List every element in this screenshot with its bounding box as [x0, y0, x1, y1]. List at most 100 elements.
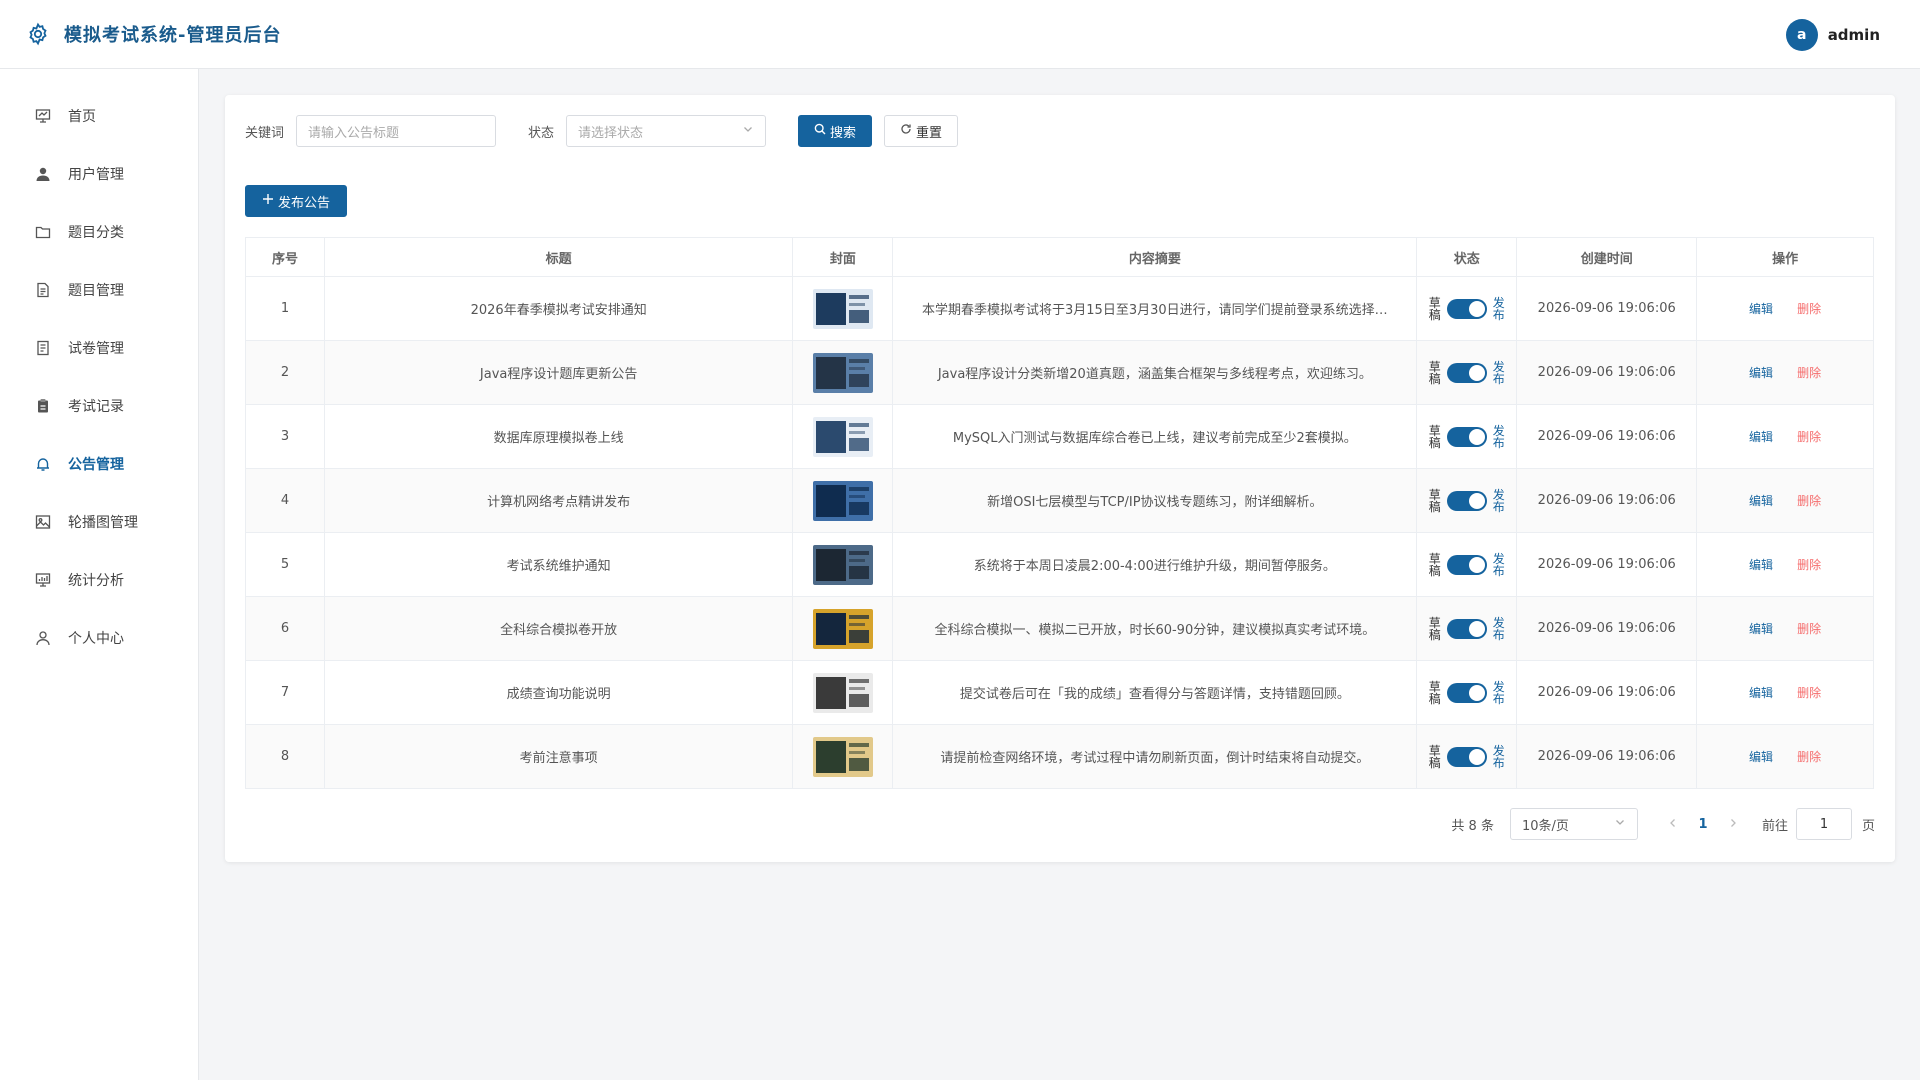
- row-summary: 全科综合模拟一、模拟二已开放，时长60-90分钟，建议模拟真实考试环境。: [892, 596, 1418, 661]
- edit-button[interactable]: 编辑: [1749, 494, 1773, 508]
- next-page-button[interactable]: [1718, 817, 1748, 832]
- status-publish-label: 发布: [1492, 295, 1505, 322]
- delete-button[interactable]: 删除: [1797, 302, 1821, 316]
- row-title: 数据库原理模拟卷上线: [324, 404, 794, 469]
- edit-button[interactable]: 编辑: [1749, 366, 1773, 380]
- app-title: 模拟考试系统-管理员后台: [64, 25, 282, 46]
- page-number-current[interactable]: 1: [1688, 817, 1718, 832]
- delete-button[interactable]: 删除: [1797, 558, 1821, 572]
- sidebar-item-label: 题目管理: [68, 283, 124, 299]
- sidebar-item-announcements[interactable]: 公告管理: [0, 435, 198, 493]
- delete-button[interactable]: 删除: [1797, 430, 1821, 444]
- status-label: 状态: [528, 125, 555, 141]
- publish-toggle[interactable]: [1446, 746, 1487, 767]
- column-header-summary: 内容摘要: [892, 237, 1418, 277]
- row-summary: 系统将于本周日凌晨2:00-4:00进行维护升级，期间暂停服务。: [892, 532, 1418, 597]
- row-number: 7: [245, 660, 325, 725]
- status-draft-label: 草稿: [1428, 551, 1441, 578]
- cover-thumbnail[interactable]: [812, 736, 873, 777]
- delete-button[interactable]: 删除: [1797, 750, 1821, 764]
- reset-button[interactable]: 重置: [884, 115, 959, 147]
- row-status: 草稿 发布: [1416, 340, 1518, 405]
- sidebar-item-label: 个人中心: [68, 631, 124, 647]
- goto-page-input[interactable]: 1: [1795, 808, 1852, 840]
- publish-toggle[interactable]: [1446, 362, 1487, 383]
- delete-button[interactable]: 删除: [1797, 622, 1821, 636]
- edit-button[interactable]: 编辑: [1749, 558, 1773, 572]
- sidebar-item-label: 统计分析: [68, 573, 124, 589]
- sidebar-item-label: 试卷管理: [68, 341, 124, 357]
- sidebar-item-users[interactable]: 用户管理: [0, 145, 198, 203]
- status-publish-label: 发布: [1492, 551, 1505, 578]
- delete-button[interactable]: 删除: [1797, 686, 1821, 700]
- edit-button[interactable]: 编辑: [1749, 302, 1773, 316]
- row-status: 草稿 发布: [1416, 404, 1518, 469]
- edit-button[interactable]: 编辑: [1749, 750, 1773, 764]
- cover-thumbnail[interactable]: [812, 416, 873, 457]
- column-header-title: 标题: [324, 237, 794, 277]
- sidebar-item-label: 轮播图管理: [68, 515, 138, 531]
- table-row: 2 Java程序设计题库更新公告 Java程序设计分类新增20道真题，涵盖集合框架与…: [245, 340, 1874, 405]
- document-icon: [34, 281, 52, 299]
- cover-thumbnail[interactable]: [812, 288, 873, 329]
- row-cover: [792, 660, 894, 725]
- row-created-time: 2026-09-06 19:06:06: [1516, 276, 1698, 341]
- row-actions: 编辑 删除: [1696, 404, 1874, 469]
- row-created-time: 2026-09-06 19:06:06: [1516, 596, 1698, 661]
- sidebar-item-questions[interactable]: 题目管理: [0, 261, 198, 319]
- status-draft-label: 草稿: [1428, 295, 1441, 322]
- sidebar-item-exam-records[interactable]: 考试记录: [0, 377, 198, 435]
- publish-toggle[interactable]: [1446, 682, 1487, 703]
- cover-thumbnail[interactable]: [812, 352, 873, 393]
- table-row: 5 考试系统维护通知 系统将于本周日凌晨2:00-4:00进行维护升级，期间暂停服务…: [245, 532, 1874, 597]
- avatar[interactable]: a: [1785, 19, 1818, 51]
- row-actions: 编辑 删除: [1696, 340, 1874, 405]
- table-row: 7 成绩查询功能说明 提交试卷后可在「我的成绩」查看得分与答题详情，支持错题回顾。草…: [245, 660, 1874, 725]
- sidebar-item-home[interactable]: 首页: [0, 87, 198, 145]
- publish-toggle[interactable]: [1446, 554, 1487, 575]
- publish-toggle[interactable]: [1446, 618, 1487, 639]
- chevron-down-icon: [1614, 816, 1626, 832]
- status-select[interactable]: 请选择状态: [566, 115, 767, 147]
- profile-icon: [34, 629, 52, 647]
- row-number: 4: [245, 468, 325, 533]
- user-menu[interactable]: a admin: [1785, 19, 1880, 51]
- row-summary: 本学期春季模拟考试将于3月15日至3月30日进行，请同学们提前登录系统选择…: [892, 276, 1418, 341]
- sidebar-item-statistics[interactable]: 统计分析: [0, 551, 198, 609]
- keyword-placeholder: 请输入公告标题: [308, 125, 400, 141]
- prev-page-button[interactable]: [1658, 817, 1688, 832]
- row-title: 成绩查询功能说明: [324, 660, 794, 725]
- sidebar-item-profile[interactable]: 个人中心: [0, 609, 198, 667]
- row-actions: 编辑 删除: [1696, 660, 1874, 725]
- sidebar-item-categories[interactable]: 题目分类: [0, 203, 198, 261]
- sidebar-item-carousel[interactable]: 轮播图管理: [0, 493, 198, 551]
- edit-button[interactable]: 编辑: [1749, 622, 1773, 636]
- plus-icon: [262, 193, 274, 209]
- page-size-select[interactable]: 10条/页: [1509, 808, 1638, 840]
- paper-icon: [34, 339, 52, 357]
- username[interactable]: admin: [1828, 26, 1880, 44]
- edit-button[interactable]: 编辑: [1749, 430, 1773, 444]
- row-actions: 编辑 删除: [1696, 532, 1874, 597]
- status-publish-label: 发布: [1492, 359, 1505, 386]
- cover-thumbnail[interactable]: [812, 608, 873, 649]
- publish-toggle[interactable]: [1446, 298, 1487, 319]
- search-button[interactable]: 搜索: [798, 115, 873, 147]
- row-created-time: 2026-09-06 19:06:06: [1516, 724, 1698, 789]
- column-header-status: 状态: [1416, 237, 1518, 277]
- publish-announcement-button[interactable]: 发布公告: [245, 185, 347, 217]
- cover-thumbnail[interactable]: [812, 480, 873, 521]
- cover-thumbnail[interactable]: [812, 672, 873, 713]
- edit-button[interactable]: 编辑: [1749, 686, 1773, 700]
- sidebar-item-papers[interactable]: 试卷管理: [0, 319, 198, 377]
- publish-toggle[interactable]: [1446, 490, 1487, 511]
- goto-page-value: 1: [1819, 816, 1829, 832]
- keyword-input[interactable]: 请输入公告标题: [296, 115, 497, 147]
- bell-icon: [34, 455, 52, 473]
- publish-button-label: 发布公告: [277, 195, 330, 211]
- cover-thumbnail[interactable]: [812, 544, 873, 585]
- publish-toggle[interactable]: [1446, 426, 1487, 447]
- delete-button[interactable]: 删除: [1797, 366, 1821, 380]
- row-number: 5: [245, 532, 325, 597]
- delete-button[interactable]: 删除: [1797, 494, 1821, 508]
